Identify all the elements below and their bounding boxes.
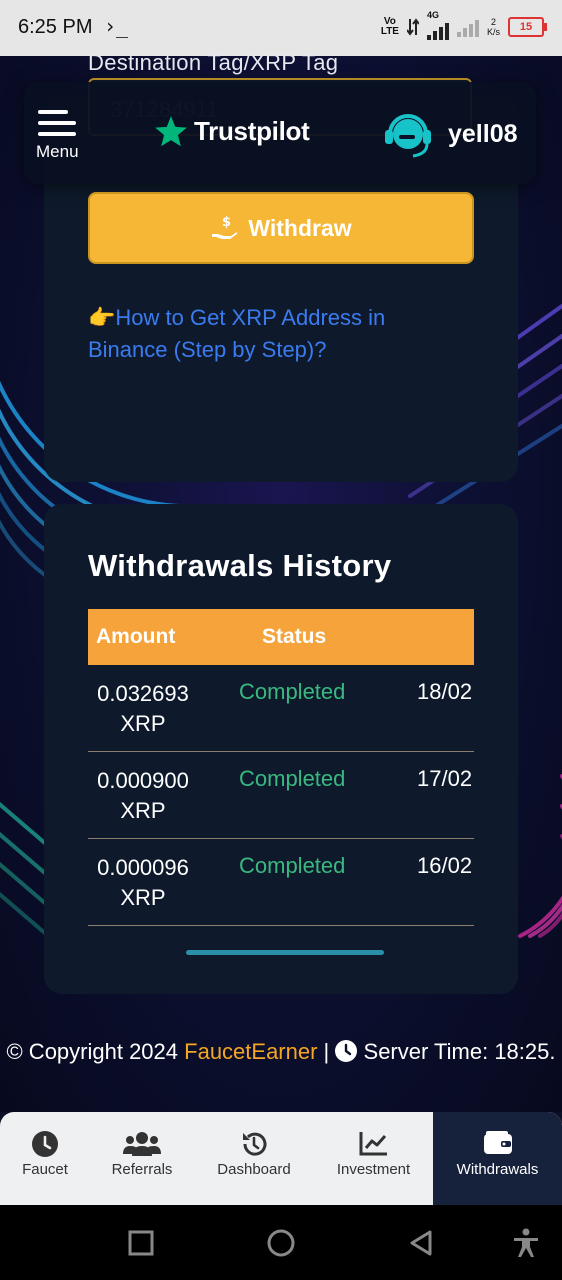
network-speed: 2 K/s xyxy=(486,17,500,37)
star-icon xyxy=(155,116,187,147)
battery-icon: 15 xyxy=(508,17,547,37)
network-type: 4G xyxy=(426,10,439,20)
trustpilot-link[interactable]: Trustpilot xyxy=(154,114,310,148)
recents-icon[interactable] xyxy=(128,1230,154,1256)
status-cell: Completed xyxy=(239,766,346,791)
signal-4g-icon: 4G xyxy=(426,10,449,40)
withdrawals-table[interactable]: Amount Status 0.032693 XRP Completed 18/… xyxy=(88,609,474,926)
copyright-footer: © Copyright 2024 FaucetEarner | Server T… xyxy=(0,1037,562,1067)
accessibility-icon[interactable] xyxy=(512,1228,540,1258)
history-icon xyxy=(243,1132,267,1156)
destination-tag-label: Destination Tag/XRP Tag xyxy=(88,50,339,75)
data-transfer-icon xyxy=(406,18,419,36)
hand-money-icon: $ xyxy=(212,215,238,239)
pointing-hand-icon: 👉 xyxy=(88,305,116,330)
battery-level: 15 xyxy=(519,21,533,33)
nav-faucet[interactable]: Faucet xyxy=(0,1112,90,1205)
amount-cell: 0.032693 XRP xyxy=(97,681,189,736)
bottom-navigation: Faucet Referrals Dashboard Investment Wi… xyxy=(0,1112,562,1205)
chart-line-icon xyxy=(359,1132,387,1156)
clock-icon xyxy=(335,1040,358,1062)
table-row: 0.000096 XRP Completed 16/02 xyxy=(88,839,474,926)
menu-button[interactable]: Menu xyxy=(36,108,90,164)
howto-link-text: How to Get XRP Address in Binance (Step … xyxy=(88,305,386,362)
status-icons: Vo LTE 4G 2 K/s 15 xyxy=(380,10,547,40)
wallet-icon xyxy=(483,1131,512,1154)
headset-icon[interactable] xyxy=(382,110,434,160)
nav-label: Dashboard xyxy=(217,1161,291,1178)
menu-label: Menu xyxy=(36,142,79,161)
copyright-text: © Copyright 2024 xyxy=(6,1039,185,1064)
nav-dashboard[interactable]: Dashboard xyxy=(194,1112,314,1205)
status-cell: Completed xyxy=(239,679,346,704)
howto-link[interactable]: 👉How to Get XRP Address in Binance (Step… xyxy=(88,302,448,366)
withdrawals-history-title: Withdrawals History xyxy=(88,548,392,583)
nav-label: Investment xyxy=(336,1161,411,1178)
status-cell: Completed xyxy=(239,853,346,878)
app-header: Menu Trustpilot yell08 xyxy=(24,82,536,184)
username[interactable]: yell08 xyxy=(448,120,518,149)
footer-separator: | xyxy=(317,1039,336,1064)
nav-referrals[interactable]: Referrals xyxy=(90,1112,194,1205)
svg-text:$: $ xyxy=(222,215,231,230)
date-cell: 16/02 xyxy=(417,853,473,878)
trustpilot-label: Trustpilot xyxy=(194,115,310,146)
nav-investment[interactable]: Investment xyxy=(314,1112,433,1205)
table-header: Amount Status xyxy=(88,609,474,665)
server-time: Server Time: 18:25. xyxy=(363,1039,556,1064)
column-status: Status xyxy=(262,625,327,648)
table-row: 0.000900 XRP Completed 17/02 xyxy=(88,752,474,839)
signal-strength-icon xyxy=(456,17,479,37)
clock-icon xyxy=(32,1131,58,1157)
volte-indicator: Vo LTE xyxy=(380,16,399,37)
column-amount: Amount xyxy=(96,625,176,648)
nav-label: Referrals xyxy=(111,1161,173,1178)
withdraw-button-label: Withdraw xyxy=(248,214,352,241)
home-icon[interactable] xyxy=(266,1228,296,1258)
amount-cell: 0.000900 XRP xyxy=(97,768,189,823)
nav-label: Withdrawals xyxy=(456,1161,539,1178)
date-cell: 17/02 xyxy=(417,766,473,791)
back-icon[interactable] xyxy=(408,1229,434,1257)
users-icon xyxy=(123,1132,161,1156)
hamburger-icon xyxy=(38,110,76,143)
status-bar: 6:25 PM ›_ Vo LTE 4G 2 K/s 15 xyxy=(0,0,562,56)
terminal-icon: ›_ xyxy=(104,14,129,38)
brand-link[interactable]: FaucetEarner xyxy=(184,1039,317,1064)
table-scrollbar[interactable] xyxy=(186,950,384,955)
table-row: 0.032693 XRP Completed 18/02 xyxy=(88,665,474,752)
nav-label: Faucet xyxy=(22,1161,68,1178)
nav-withdrawals[interactable]: Withdrawals xyxy=(433,1112,562,1205)
date-cell: 18/02 xyxy=(417,679,473,704)
amount-cell: 0.000096 XRP xyxy=(97,855,189,910)
withdraw-button[interactable]: $ Withdraw xyxy=(88,192,474,264)
status-time: 6:25 PM xyxy=(18,16,93,38)
system-navigation-bar xyxy=(0,1205,562,1280)
